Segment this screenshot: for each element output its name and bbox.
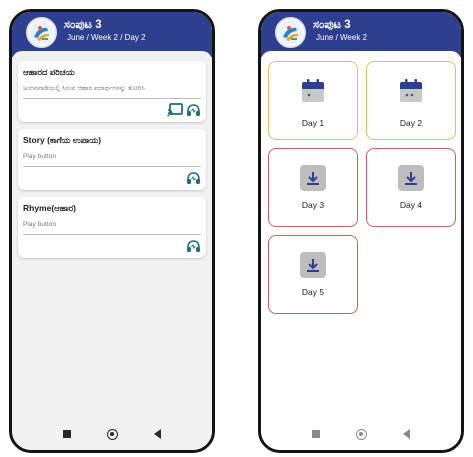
app-bar-title: ಸಂಪುಟ 3 <box>313 19 351 31</box>
headphones-icon[interactable] <box>186 239 201 253</box>
phone-frame-day-picker: ಸಂಪುಟ 3 June / Week 2 Day 1 Day 2 Day 3 … <box>258 9 464 453</box>
day-label: Day 5 <box>301 287 325 297</box>
day-label: Day 4 <box>399 200 423 210</box>
headphones-icon[interactable] <box>186 171 201 185</box>
breadcrumb: June / Week 2 <box>316 33 367 42</box>
content-list: ಆಹಾರದ ಪರಿಚಯ ಅಂಗನವಾಡಿಯಲ್ಲಿ ಸಿಗುವ ಆಹಾರ ಪದಾ… <box>12 51 212 418</box>
download-icon[interactable] <box>300 165 326 191</box>
back-triangle-icon[interactable] <box>154 429 161 439</box>
card-description: ಅಂಗನವಾಡಿಯಲ್ಲಿ ಸಿಗುವ ಆಹಾರ ಪದಾರ್ಥಗಳನ್ನು ತೋ… <box>23 84 201 99</box>
download-icon[interactable] <box>398 165 424 191</box>
breadcrumb: June / Week 2 / Day 2 <box>67 33 146 42</box>
card-title: Story (ಕಾಗೆಯ ಉಪಾಯ) <box>23 135 102 145</box>
day-grid-container: Day 1 Day 2 Day 3 Day 4 Day 5 <box>261 51 461 418</box>
headphones-icon[interactable] <box>186 103 201 117</box>
card-description: Play button <box>23 220 201 235</box>
day-tile[interactable]: Day 5 <box>268 235 358 314</box>
recents-square-icon[interactable] <box>63 430 71 438</box>
content-card[interactable]: ಆಹಾರದ ಪರಿಚಯ ಅಂಗನವಾಡಿಯಲ್ಲಿ ಸಿಗುವ ಆಹಾರ ಪದಾ… <box>18 61 206 122</box>
phone-frame-day-content: ಸಂಪುಟ 3 June / Week 2 / Day 2 ಆಹಾರದ ಪರಿಚ… <box>9 9 215 453</box>
card-description: Play button <box>23 152 201 167</box>
system-nav-bar <box>12 418 212 450</box>
day-label: Day 2 <box>399 118 423 128</box>
app-logo-icon <box>275 17 306 48</box>
card-title: ಆಹಾರದ ಪರಿಚಯ <box>23 67 75 77</box>
day-grid: Day 1 Day 2 Day 3 Day 4 Day 5 <box>268 61 456 314</box>
app-bar-title: ಸಂಪುಟ 3 <box>64 19 102 31</box>
calendar-icon <box>398 78 424 109</box>
content-card[interactable]: Story (ಕಾಗೆಯ ಉಪಾಯ) Play button <box>18 129 206 190</box>
app-logo-icon <box>26 17 57 48</box>
download-icon[interactable] <box>300 252 326 278</box>
day-label: Day 1 <box>301 118 325 128</box>
home-circle-icon[interactable] <box>356 428 367 440</box>
cast-icon[interactable] <box>167 102 183 117</box>
day-tile[interactable]: Day 2 <box>366 61 456 140</box>
home-circle-icon[interactable] <box>107 428 118 440</box>
calendar-icon <box>300 78 326 109</box>
day-label: Day 3 <box>301 200 325 210</box>
system-nav-bar <box>261 418 461 450</box>
card-title: Rhyme(ಆಹಾರ) <box>23 203 77 213</box>
recents-square-icon[interactable] <box>312 430 320 438</box>
content-card[interactable]: Rhyme(ಆಹಾರ) Play button <box>18 197 206 258</box>
day-tile[interactable]: Day 4 <box>366 148 456 227</box>
back-triangle-icon[interactable] <box>403 429 410 439</box>
day-tile[interactable]: Day 1 <box>268 61 358 140</box>
day-tile[interactable]: Day 3 <box>268 148 358 227</box>
